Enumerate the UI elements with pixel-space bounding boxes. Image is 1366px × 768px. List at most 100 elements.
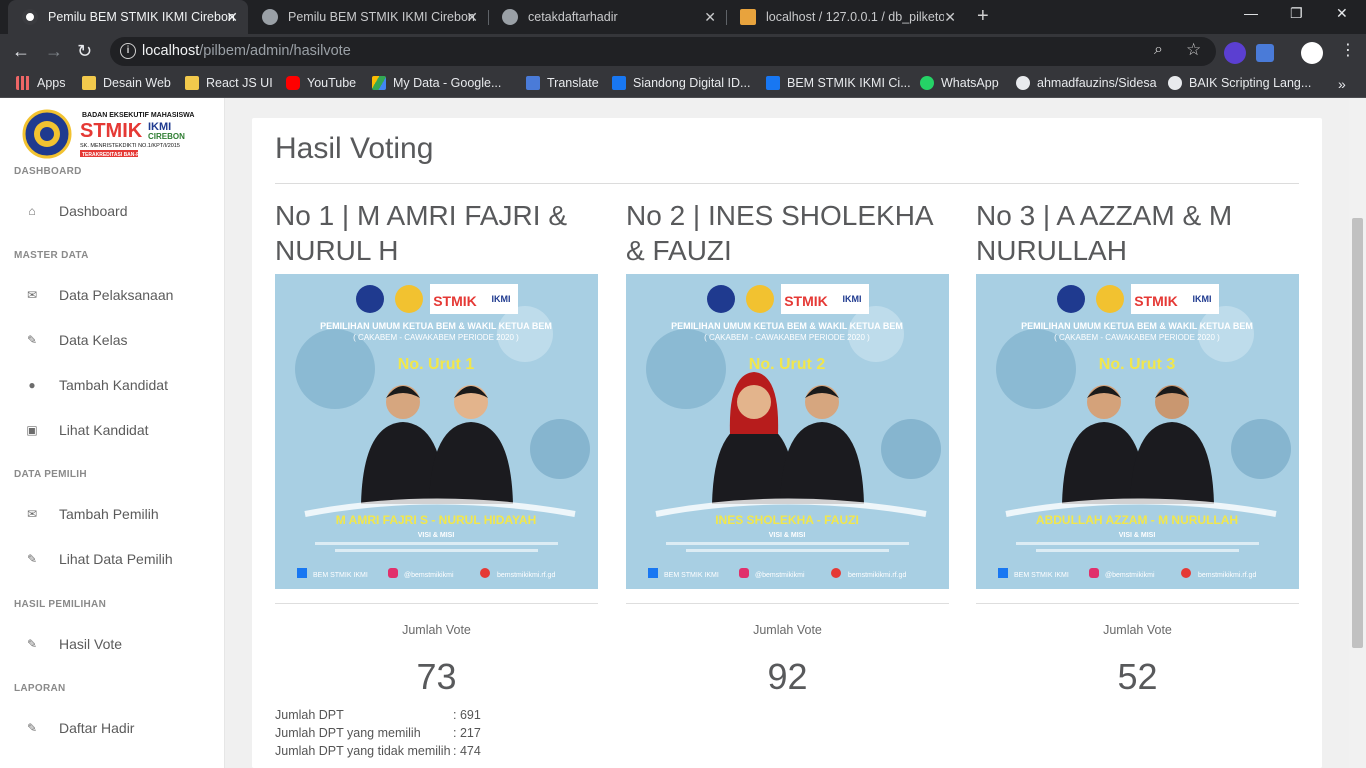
bookmark-item[interactable]: BEM STMIK IKMI Ci... xyxy=(766,76,911,90)
menu-icon[interactable]: ⋮ xyxy=(1340,40,1356,62)
sidebar-item-data-pelaksanaan[interactable]: ✉ Data Pelaksanaan xyxy=(0,275,224,315)
bookmark-item[interactable]: ahmadfauzins/Sidesa xyxy=(1016,76,1157,90)
minimize-icon[interactable]: — xyxy=(1244,5,1258,21)
browser-tab[interactable]: localhost / 127.0.0.1 / db_pilketo ✕ xyxy=(726,0,966,34)
sidebar-item-lihat-data-pemilih[interactable]: ✎ Lihat Data Pemilih xyxy=(0,539,224,579)
section-heading-data-pemilih: DATA PEMILIH xyxy=(14,469,87,480)
tab-close-icon[interactable]: ✕ xyxy=(226,9,238,25)
window-close-icon[interactable]: ✕ xyxy=(1336,5,1348,22)
tab-close-icon[interactable]: ✕ xyxy=(704,9,716,25)
browser-tab[interactable]: Pemilu BEM STMIK IKMI Cirebon ✕ xyxy=(248,0,488,34)
website-icon xyxy=(480,568,490,578)
poster-candidate-names: INES SHOLEKHA - FAUZI xyxy=(715,513,859,527)
bookmarks-overflow-icon[interactable]: » xyxy=(1338,76,1346,92)
vote-label: Jumlah Vote xyxy=(753,623,822,637)
vote-count: 52 xyxy=(1117,656,1158,697)
candidate-card: No 1 | M AMRI FAJRI & NURUL H STMIK IKMI P… xyxy=(275,198,598,697)
site-info-icon[interactable]: i xyxy=(120,43,136,59)
results-panel: Hasil Voting No 1 | M AMRI FAJRI & NURUL… xyxy=(252,118,1322,768)
divider xyxy=(275,183,1299,184)
tab-label: Pemilu BEM STMIK IKMI Cirebon xyxy=(48,10,235,24)
stat-row: Jumlah DPT yang memilih: 217 xyxy=(275,726,495,744)
envelope-icon: ✉ xyxy=(26,507,38,521)
edit-icon: ✎ xyxy=(26,721,38,735)
facebook-icon xyxy=(766,76,780,90)
browser-toolbar: ← → ↻ i localhost/pilbem/admin/hasilvote… xyxy=(0,34,1366,70)
back-icon[interactable]: ← xyxy=(12,40,30,62)
candidate-title: No 2 | INES SHOLEKHA & FAUZI xyxy=(626,200,933,266)
poster-footer-text: BEM STMIK IKMI xyxy=(664,572,719,579)
profile-avatar[interactable] xyxy=(1301,42,1323,64)
stat-row: Jumlah DPT yang tidak memilih: 474 xyxy=(275,744,495,762)
svg-text:CIREBON: CIREBON xyxy=(148,132,185,141)
sidebar-item-label: Lihat Kandidat xyxy=(59,422,149,438)
website-icon xyxy=(1181,568,1191,578)
campus-seal-icon xyxy=(746,285,774,313)
new-tab-icon[interactable]: + xyxy=(977,6,989,26)
tab-close-icon[interactable]: ✕ xyxy=(466,9,478,25)
bookmark-item[interactable]: React JS UI xyxy=(185,76,273,90)
bookmark-item[interactable]: WhatsApp xyxy=(920,76,999,90)
url-host: localhost xyxy=(142,43,200,59)
sidebar-item-tambah-pemilih[interactable]: ✉ Tambah Pemilih xyxy=(0,494,224,534)
sidebar-item-data-kelas[interactable]: ✎ Data Kelas xyxy=(0,320,224,360)
scrollbar-thumb[interactable] xyxy=(1352,218,1363,648)
bookmarks-bar: Apps Desain Web React JS UI YouTube My D… xyxy=(0,70,1366,98)
divider xyxy=(275,603,598,604)
section-heading-hasil-pemilihan: HASIL PEMILIHAN xyxy=(14,599,107,610)
candidate-face xyxy=(737,385,771,419)
poster-decor-circle xyxy=(1231,419,1291,479)
bookmark-label: BEM STMIK IKMI Ci... xyxy=(787,76,911,90)
bookmark-item[interactable]: Desain Web xyxy=(82,76,171,90)
sidebar-item-label: Lihat Data Pemilih xyxy=(59,551,173,567)
bookmark-label: WhatsApp xyxy=(941,76,999,90)
bookmark-label: Apps xyxy=(37,76,66,90)
browser-tab[interactable]: Pemilu BEM STMIK IKMI Cirebon ✕ xyxy=(8,0,248,34)
sidebar-item-daftar-hadir[interactable]: ✎ Daftar Hadir xyxy=(0,708,224,748)
campus-seal-icon xyxy=(1096,285,1124,313)
bookmark-item[interactable]: Translate xyxy=(526,76,599,90)
forward-icon[interactable]: → xyxy=(45,40,63,62)
poster-text-line xyxy=(666,542,909,545)
instagram-icon xyxy=(388,568,398,578)
poster-art: STMIK IKMI PEMILIHAN UMUM KETUA BEM & WAKI… xyxy=(626,274,949,589)
section-heading-laporan: LAPORAN xyxy=(14,683,66,694)
poster-footer-text: bemstmikikmi.rf.gd xyxy=(1198,572,1256,579)
extension-icon[interactable] xyxy=(1224,42,1246,64)
bookmark-apps[interactable]: Apps xyxy=(16,76,66,90)
poster-decor-circle xyxy=(530,419,590,479)
instagram-icon xyxy=(1089,568,1099,578)
url-text[interactable]: localhost/pilbem/admin/hasilvote xyxy=(142,43,351,59)
poster-header: PEMILIHAN UMUM KETUA BEM & WAKIL KETUA B… xyxy=(1021,321,1253,331)
envelope-icon: ✉ xyxy=(26,288,38,302)
home-icon: ⌂ xyxy=(28,204,36,218)
stat-row: Jumlah DPT: 691 xyxy=(275,708,495,726)
github-icon xyxy=(1016,76,1030,90)
browser-tab[interactable]: cetakdaftarhadir ✕ xyxy=(488,0,726,34)
poster-visi-label: VISI & MISI xyxy=(418,532,455,539)
sidebar-item-dashboard[interactable]: ⌂ Dashboard xyxy=(0,191,224,231)
poster-footer-text: BEM STMIK IKMI xyxy=(313,572,368,579)
address-bar[interactable]: i localhost/pilbem/admin/hasilvote ⌕ ☆ xyxy=(110,37,1216,66)
bookmark-item[interactable]: Siandong Digital ID... xyxy=(612,76,750,90)
maximize-icon[interactable]: ❐ xyxy=(1290,5,1303,22)
zoom-icon[interactable]: ⌕ xyxy=(1154,41,1163,59)
page-scrollbar[interactable] xyxy=(1349,98,1366,768)
vote-label: Jumlah Vote xyxy=(1103,623,1172,637)
bookmark-star-icon[interactable]: ☆ xyxy=(1186,40,1201,60)
poster-logo-text: STMIK xyxy=(1134,293,1178,309)
reload-icon[interactable]: ↻ xyxy=(77,40,92,62)
sidebar-item-hasil-vote[interactable]: ✎ Hasil Vote xyxy=(0,624,224,664)
poster-visi-label: VISI & MISI xyxy=(769,532,806,539)
sidebar-item-lihat-kandidat[interactable]: ▣ Lihat Kandidat xyxy=(0,410,224,450)
bookmark-item[interactable]: BAIK Scripting Lang... xyxy=(1168,76,1311,90)
bookmark-item[interactable]: My Data - Google... xyxy=(372,76,501,90)
bem-logo[interactable]: BADAN EKSEKUTIF MAHASISWA STMIK IKMI CIR… xyxy=(22,109,200,159)
translate-extension-icon[interactable] xyxy=(1256,44,1274,62)
sidebar-item-tambah-kandidat[interactable]: ● Tambah Kandidat xyxy=(0,365,224,405)
tab-close-icon[interactable]: ✕ xyxy=(944,9,956,25)
bookmark-item[interactable]: YouTube xyxy=(286,76,356,90)
poster-subheader: ( CAKABEM - CAWAKABEM PERIODE 2020 ) xyxy=(704,333,870,342)
facebook-icon xyxy=(612,76,626,90)
campus-seal-icon xyxy=(707,285,735,313)
